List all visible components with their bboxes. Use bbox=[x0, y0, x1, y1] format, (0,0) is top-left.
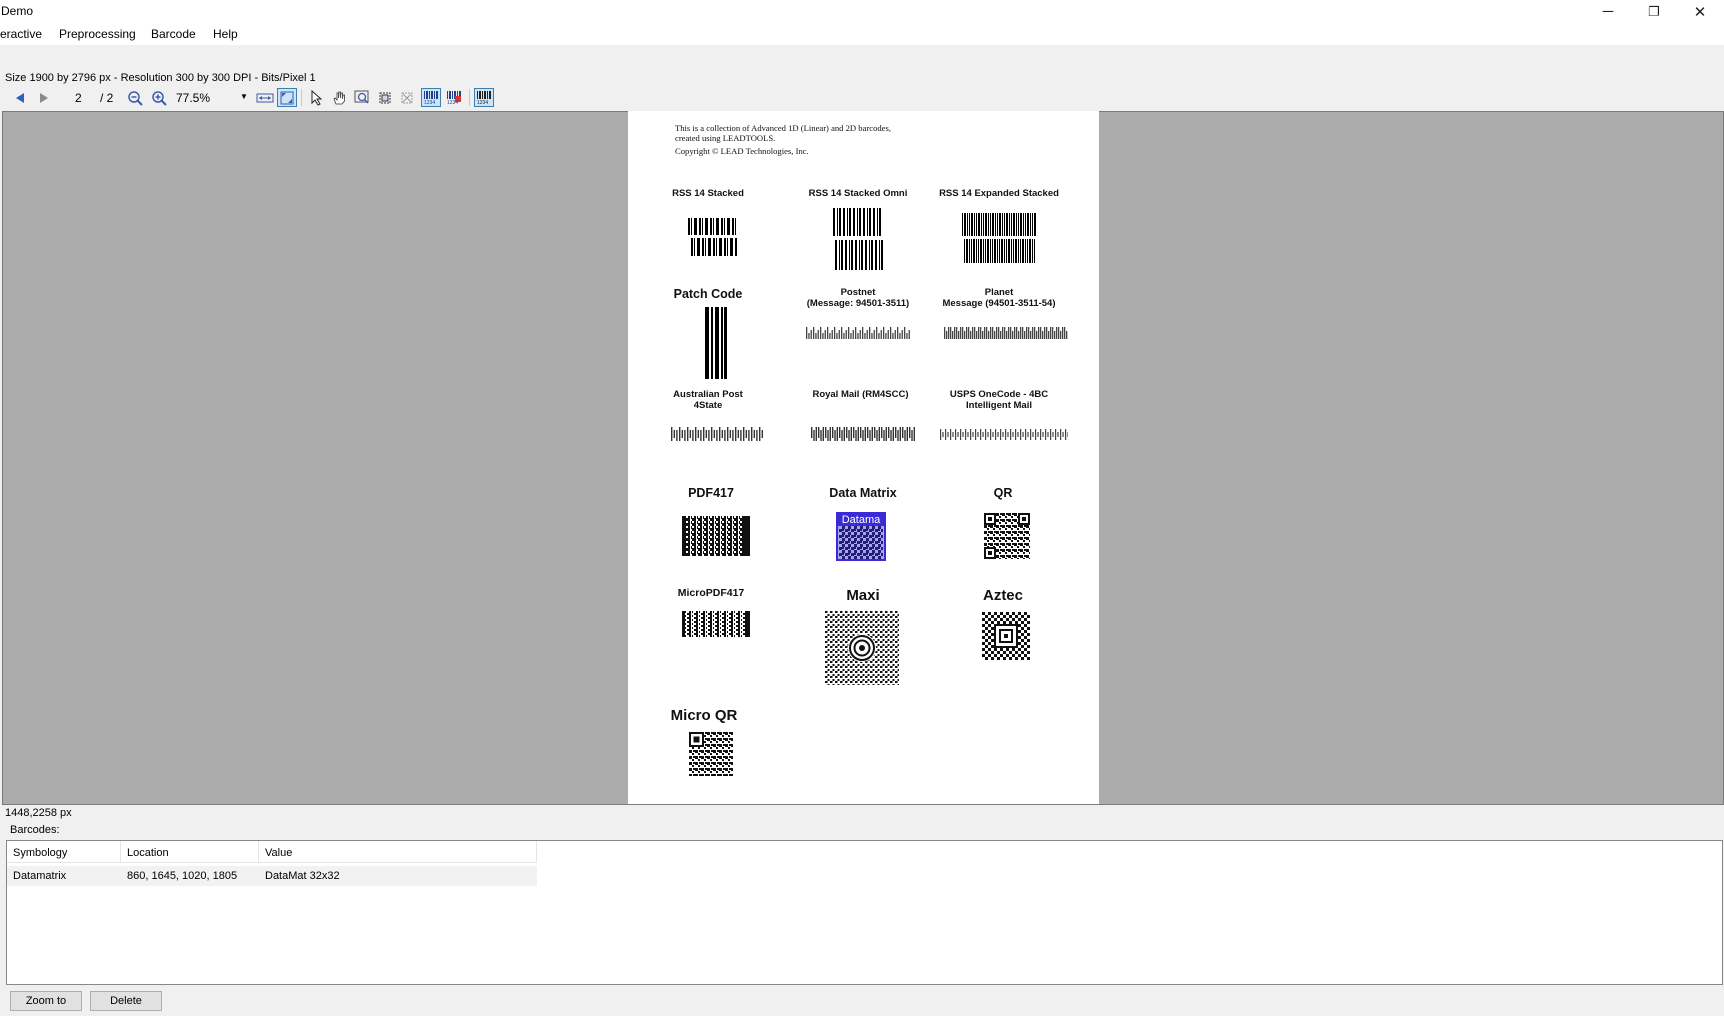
barcode-read-icon[interactable]: 1234 bbox=[421, 88, 441, 107]
menu-preprocessing[interactable]: Preprocessing bbox=[53, 26, 142, 42]
label-qr: QR bbox=[993, 486, 1013, 500]
window-title: Demo bbox=[1, 4, 34, 18]
menu-interactive[interactable]: eractive bbox=[0, 26, 48, 42]
barcode-maxicode bbox=[825, 611, 899, 685]
column-header-symbology[interactable]: Symbology bbox=[7, 841, 121, 863]
svg-text:1234: 1234 bbox=[477, 100, 488, 105]
clear-region-icon[interactable] bbox=[397, 88, 417, 107]
label-usps-line1: USPS OneCode - 4BC bbox=[949, 389, 1049, 400]
delete-button[interactable]: Delete bbox=[90, 991, 162, 1011]
label-rss14-stacked: RSS 14 Stacked bbox=[672, 188, 744, 199]
zoom-out-icon[interactable] bbox=[125, 88, 145, 107]
label-pdf417: PDF417 bbox=[688, 486, 734, 500]
barcode-read-all-icon[interactable]: 1234 bbox=[444, 88, 464, 107]
barcode-aztec bbox=[982, 612, 1030, 660]
detected-barcode-tag: Datama bbox=[838, 514, 884, 526]
label-planet-line1: Planet bbox=[984, 287, 1014, 298]
cell-location: 860, 1645, 1020, 1805 bbox=[127, 870, 238, 882]
barcode-patch-code bbox=[705, 307, 727, 379]
title-bar: Demo ─ ❐ ✕ bbox=[0, 0, 1724, 23]
label-australian-line1: Australian Post bbox=[673, 389, 743, 400]
menu-help[interactable]: Help bbox=[207, 26, 244, 42]
copyright-line: Copyright © LEAD Technologies, Inc. bbox=[675, 146, 809, 156]
barcode-usps-onecode bbox=[940, 429, 1068, 440]
zoom-in-icon[interactable] bbox=[149, 88, 169, 107]
barcode-write-icon[interactable]: 1234 bbox=[474, 88, 494, 107]
label-planet: Planet Message (94501-3511-54) bbox=[928, 287, 1070, 309]
label-micro-qr: Micro QR bbox=[670, 707, 738, 724]
label-royal-mail: Royal Mail (RM4SCC) bbox=[812, 389, 909, 400]
barcode-royal-mail bbox=[811, 427, 915, 441]
zoom-to-button[interactable]: Zoom to bbox=[10, 991, 82, 1011]
cell-symbology: Datamatrix bbox=[13, 870, 67, 882]
column-header-value[interactable]: Value bbox=[259, 841, 537, 863]
region-icon[interactable] bbox=[375, 88, 395, 107]
label-aztec: Aztec bbox=[982, 587, 1023, 604]
label-patch-code: Patch Code bbox=[673, 287, 743, 301]
label-rss14-expanded-stacked: RSS 14 Expanded Stacked bbox=[939, 188, 1059, 199]
toolbar-separator bbox=[469, 89, 470, 106]
svg-text:1234: 1234 bbox=[424, 100, 435, 105]
page-number-input[interactable] bbox=[63, 88, 97, 107]
barcode-rss14-stacked bbox=[688, 218, 738, 256]
viewer-toolbar: / 2 77.5% ▼ 1234 1234 1234 bbox=[0, 85, 1724, 109]
toolbar-band bbox=[0, 45, 1724, 72]
barcode-micropdf417 bbox=[682, 611, 750, 637]
close-icon[interactable]: ✕ bbox=[1677, 0, 1723, 23]
document-page: This is a collection of Advanced 1D (Lin… bbox=[628, 111, 1099, 804]
restore-icon[interactable]: ❐ bbox=[1631, 0, 1677, 23]
table-row[interactable]: Datamatrix 860, 1645, 1020, 1805 DataMat… bbox=[7, 866, 537, 886]
prev-page-icon[interactable] bbox=[10, 88, 30, 107]
barcode-planet bbox=[944, 327, 1068, 339]
pan-hand-icon[interactable] bbox=[329, 88, 349, 107]
chevron-down-icon[interactable]: ▼ bbox=[240, 92, 248, 101]
barcodes-table[interactable]: Symbology Location Value Datamatrix 860,… bbox=[6, 840, 1723, 985]
barcode-australian-post bbox=[671, 427, 763, 441]
cursor-position: 1448,2258 px bbox=[5, 807, 72, 819]
label-australian-post: Australian Post 4State bbox=[648, 389, 768, 411]
label-postnet-line2: (Message: 94501-3511) bbox=[806, 298, 910, 309]
label-rss14-stacked-omni: RSS 14 Stacked Omni bbox=[808, 188, 908, 199]
cell-value: DataMat 32x32 bbox=[265, 870, 340, 882]
next-page-icon[interactable] bbox=[34, 88, 54, 107]
label-postnet-line1: Postnet bbox=[840, 287, 876, 298]
barcode-rss14-stacked-omni bbox=[833, 208, 883, 270]
note-line-2: created using LEADTOOLS. bbox=[675, 133, 776, 143]
toolbar-separator bbox=[301, 89, 302, 106]
note-line-1: This is a collection of Advanced 1D (Lin… bbox=[675, 123, 891, 133]
select-pointer-icon[interactable] bbox=[306, 88, 326, 107]
svg-text:1234: 1234 bbox=[447, 100, 458, 105]
menu-bar: eractive Preprocessing Barcode Help bbox=[0, 23, 1724, 45]
barcode-micro-qr bbox=[689, 732, 733, 776]
label-data-matrix: Data Matrix bbox=[829, 486, 897, 500]
label-micropdf417: MicroPDF417 bbox=[677, 587, 745, 599]
fit-width-icon[interactable] bbox=[255, 88, 275, 107]
barcode-qr bbox=[984, 513, 1030, 559]
barcode-rss14-expanded-stacked bbox=[962, 213, 1036, 263]
barcodes-caption: Barcodes: bbox=[10, 824, 60, 836]
barcode-postnet bbox=[806, 327, 910, 339]
label-maxi: Maxi bbox=[846, 587, 880, 604]
label-planet-line2: Message (94501-3511-54) bbox=[942, 298, 1056, 309]
fit-page-icon[interactable] bbox=[277, 88, 297, 107]
label-usps-line2: Intelligent Mail bbox=[966, 400, 1032, 411]
label-postnet: Postnet (Message: 94501-3511) bbox=[788, 287, 928, 309]
magnify-glass-icon[interactable] bbox=[352, 88, 372, 107]
column-header-location[interactable]: Location bbox=[121, 841, 259, 863]
label-australian-line2: 4State bbox=[693, 400, 723, 411]
image-info: Size 1900 by 2796 px - Resolution 300 by… bbox=[5, 72, 316, 84]
barcode-pdf417 bbox=[682, 516, 750, 556]
menu-barcode[interactable]: Barcode bbox=[145, 26, 202, 42]
label-usps-onecode: USPS OneCode - 4BC Intelligent Mail bbox=[928, 389, 1070, 411]
minimize-icon[interactable]: ─ bbox=[1585, 0, 1631, 23]
page-total: / 2 bbox=[100, 91, 114, 105]
